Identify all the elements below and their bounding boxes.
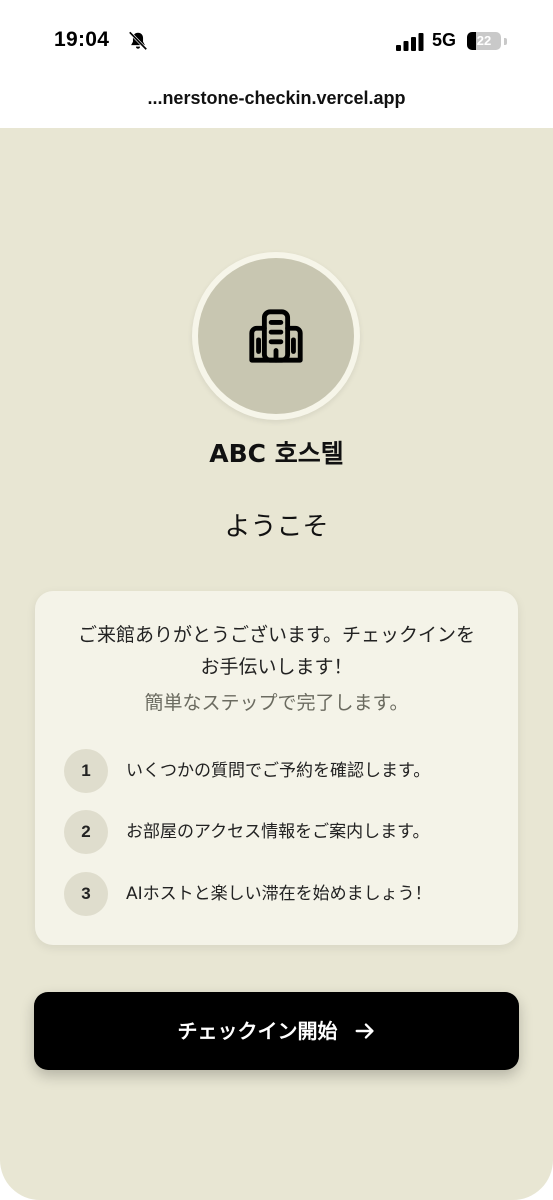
logo-circle xyxy=(198,258,354,414)
bell-slash-icon xyxy=(128,31,148,51)
intro-text: ご来館ありがとうございます。チェックインを お手伝いします！ xyxy=(35,619,518,683)
intro-line-1: ご来館ありがとうございます。チェックインを xyxy=(77,624,476,646)
status-bar: 19:04 5G 22 xyxy=(0,0,553,80)
battery-icon: 22 xyxy=(467,32,501,50)
cellular-signal-icon xyxy=(396,33,424,51)
battery-cap xyxy=(504,38,507,45)
arrow-right-icon xyxy=(355,1023,374,1039)
intro-subtext: 簡単なステップで完了します。 xyxy=(144,692,409,714)
hostel-name: ABC 호스텔 xyxy=(209,439,344,468)
checkin-page: ABC 호스텔 ようこそ ご来館ありがとうございます。チェックインを お手伝いし… xyxy=(0,128,553,1200)
status-time: 19:04 xyxy=(54,28,110,51)
step-number: 3 xyxy=(64,872,108,916)
step-item: 2 お部屋のアクセス情報をご案内します。 xyxy=(64,810,504,854)
step-text: いくつかの質問でご予約を確認します。 xyxy=(126,761,431,781)
url-text[interactable]: ...nerstone-checkin.vercel.app xyxy=(147,88,405,109)
start-checkin-button[interactable]: チェックイン開始 xyxy=(34,992,519,1070)
building-icon xyxy=(249,309,303,363)
step-text: お部屋のアクセス情報をご案内します。 xyxy=(126,822,430,842)
step-item: 3 AIホストと楽しい滞在を始めましょう！ xyxy=(64,872,504,916)
battery-level: 22 xyxy=(476,33,492,48)
info-card: ご来館ありがとうございます。チェックインを お手伝いします！ 簡単なステップで完… xyxy=(35,591,518,945)
step-number: 1 xyxy=(64,749,108,793)
step-text: AIホストと楽しい滞在を始めましょう！ xyxy=(126,884,432,904)
step-item: 1 いくつかの質問でご予約を確認します。 xyxy=(64,749,504,793)
browser-url-bar[interactable]: ...nerstone-checkin.vercel.app xyxy=(0,80,553,128)
hostel-logo xyxy=(192,252,360,420)
start-checkin-label: チェックイン開始 xyxy=(177,1019,338,1043)
intro-line-2: お手伝いします！ xyxy=(200,656,353,678)
network-type: 5G xyxy=(432,30,457,50)
step-number: 2 xyxy=(64,810,108,854)
welcome-heading: ようこそ xyxy=(224,512,329,542)
